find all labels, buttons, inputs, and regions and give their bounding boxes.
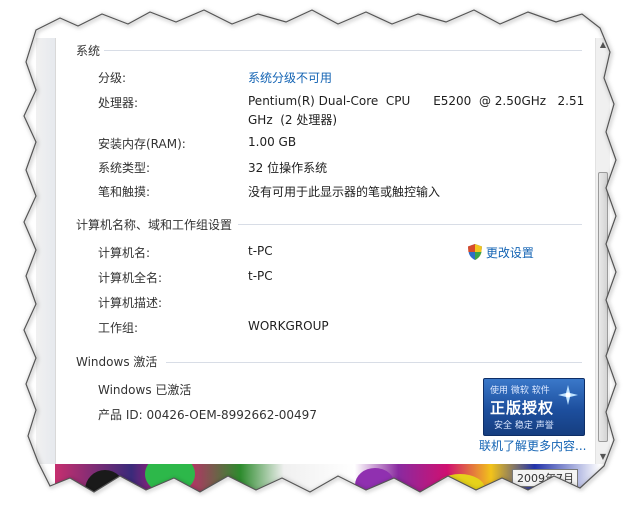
pen-touch-label: 笔和触摸: [98, 185, 151, 199]
workgroup-label: 工作组: [98, 321, 139, 335]
section-title-activation: Windows 激活 [76, 355, 158, 369]
change-settings-label: 更改设置 [485, 246, 534, 260]
star-icon [558, 385, 578, 405]
scroll-up-arrow-icon[interactable]: ▲ [596, 38, 610, 52]
system-properties-panel: 系统 分级: 系统分级不可用 处理器: Pentium(R) Dual-Core… [55, 38, 596, 464]
processor-value: Pentium(R) Dual-Core CPU E5200 @ 2.50GHz… [248, 94, 585, 108]
scroll-down-arrow-icon[interactable]: ▼ [596, 450, 610, 464]
computer-name-label: 计算机名: [98, 246, 151, 260]
system-type-label: 系统类型: [98, 161, 151, 175]
product-id: 产品 ID: 00426-OEM-8992662-00497 [98, 408, 317, 422]
section-title-computer-name: 计算机名称、域和工作组设置 [76, 218, 233, 232]
badge-line-2: 正版授权 [490, 399, 555, 417]
uac-shield-icon [468, 244, 482, 260]
ram-label: 安装内存(RAM): [98, 137, 186, 151]
vertical-scrollbar[interactable]: ▲ ▼ [595, 38, 610, 464]
computer-description-label: 计算机描述: [98, 296, 163, 310]
genuine-microsoft-badge[interactable]: 使用 微软 软件 正版授权 安全 稳定 声誉 [483, 378, 585, 436]
processor-value-continued: GHz (2 处理器) [248, 113, 338, 127]
section-divider [166, 362, 582, 363]
ram-value: 1.00 GB [248, 135, 297, 149]
rating-link[interactable]: 系统分级不可用 [248, 69, 332, 86]
rating-label: 分级: [98, 71, 127, 85]
scrollbar-thumb[interactable] [598, 172, 608, 442]
section-divider [238, 224, 582, 225]
badge-line-3: 安全 稳定 声誉 [494, 421, 554, 431]
badge-line-1: 使用 微软 软件 [490, 386, 550, 396]
navigation-pane-edge [36, 38, 55, 464]
change-settings-link[interactable]: 更改设置 [468, 241, 534, 261]
section-divider [104, 50, 582, 51]
workgroup-value: WORKGROUP [248, 319, 329, 333]
taskbar-date-tooltip: 2009年7月 [512, 469, 578, 487]
learn-more-online-link[interactable]: 联机了解更多内容... [479, 437, 586, 454]
computer-name-value: t-PC [248, 244, 273, 258]
activation-status: Windows 已激活 [98, 383, 192, 397]
system-type-value: 32 位操作系统 [248, 161, 328, 175]
computer-full-name-value: t-PC [248, 269, 273, 283]
computer-full-name-label: 计算机全名: [98, 271, 163, 285]
processor-label: 处理器: [98, 96, 139, 110]
section-title-system: 系统 [76, 44, 101, 58]
pen-touch-value: 没有可用于此显示器的笔或触控输入 [248, 185, 441, 199]
